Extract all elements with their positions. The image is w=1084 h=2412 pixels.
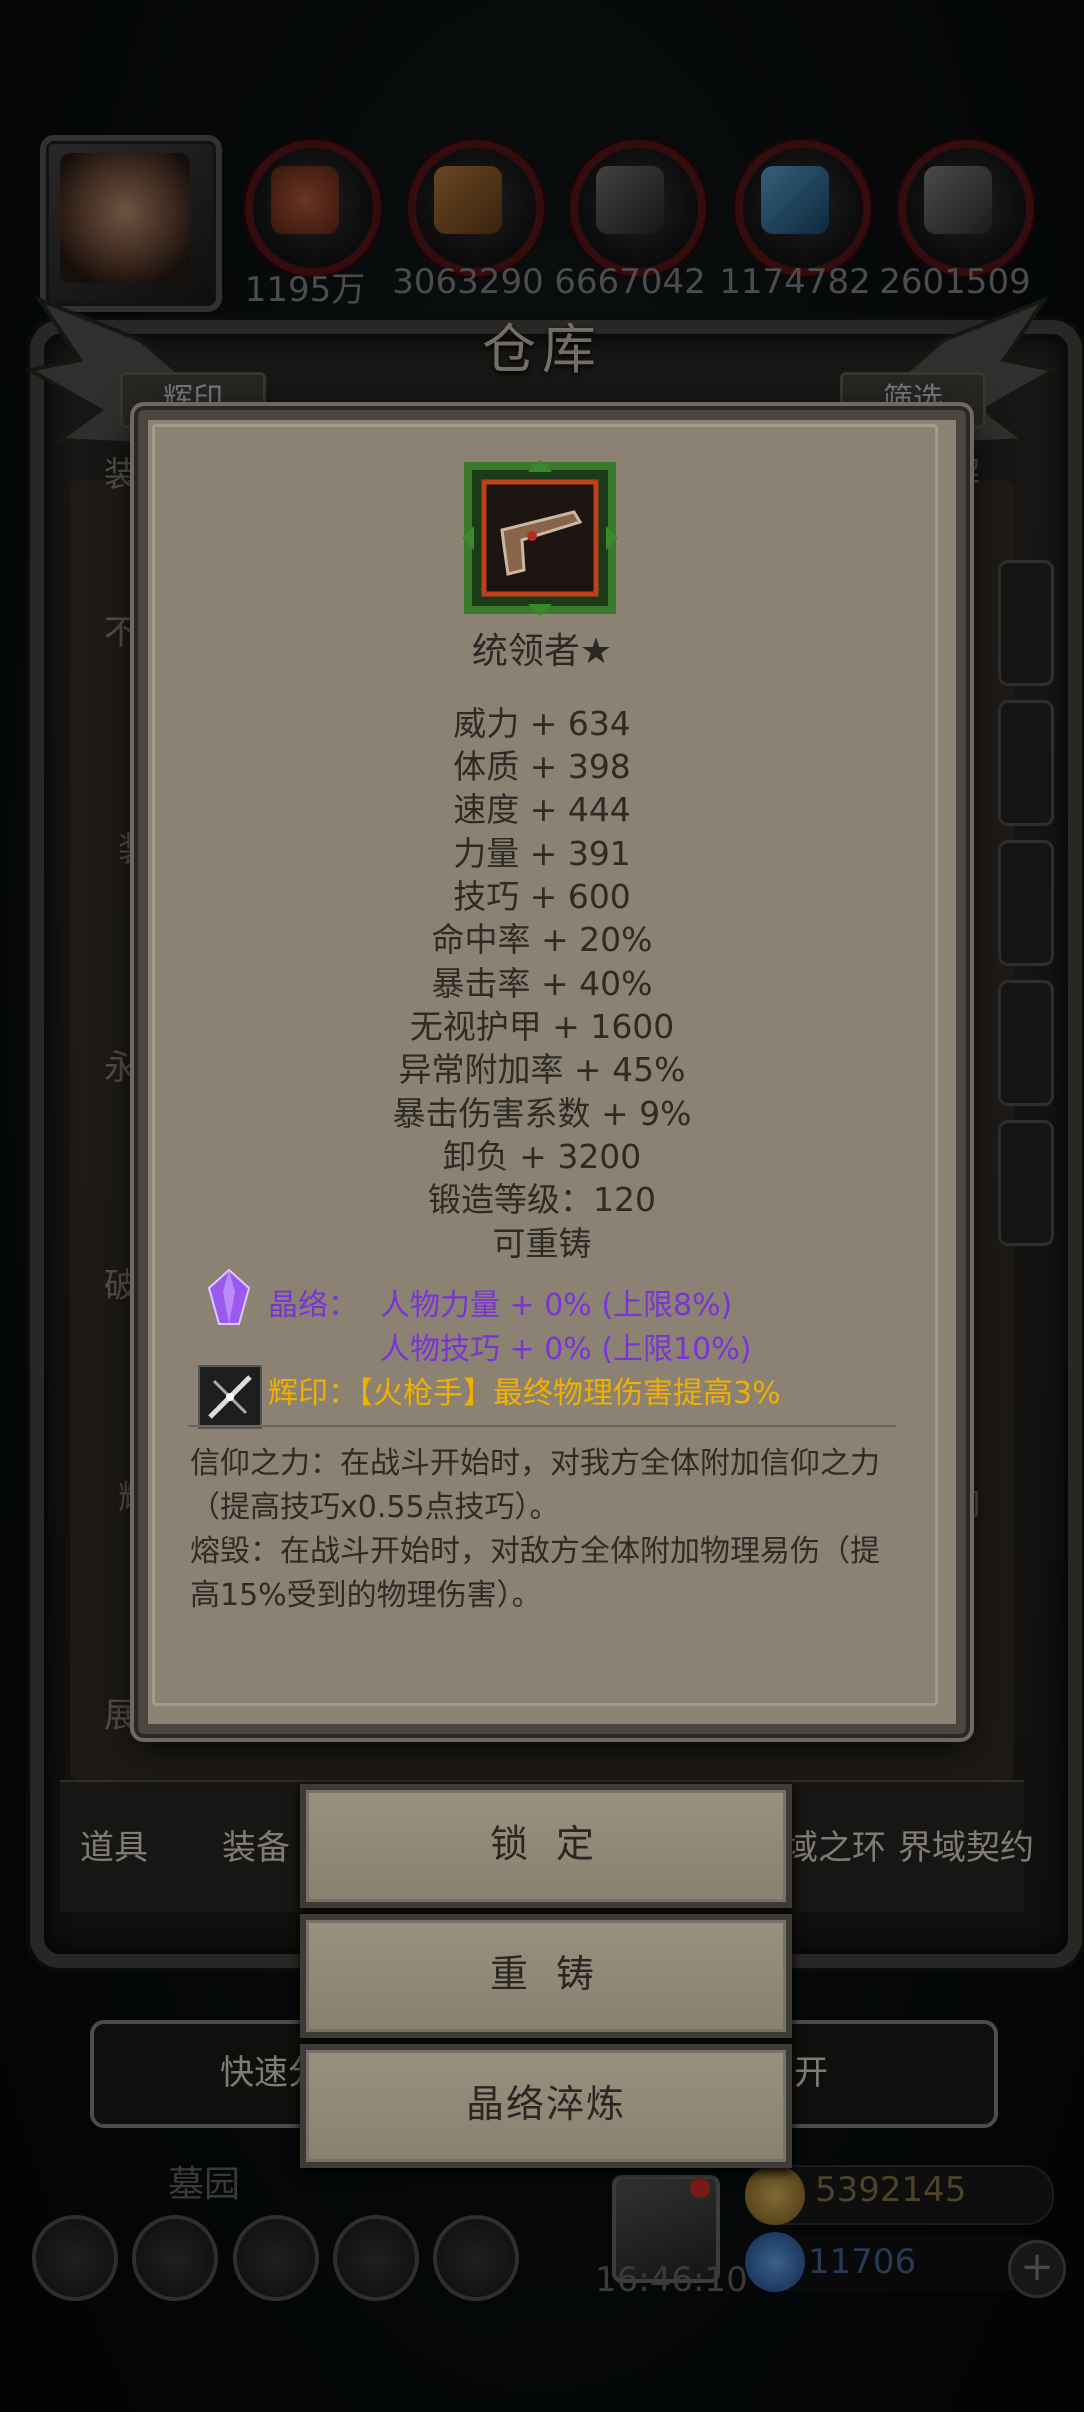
crystal-refine-button[interactable]: 晶络淬炼 <box>300 2044 792 2168</box>
crystal-line-skill: 人物技巧 + 0% (上限10%) <box>380 1332 752 1367</box>
stat-crit-damage: 暴击伤害系数 + 9% <box>392 1094 692 1133</box>
purple-crystal-icon <box>207 1268 251 1325</box>
stat-speed: 速度 + 444 <box>453 790 631 829</box>
stat-might: 威力 + 634 <box>453 704 631 743</box>
item-skill-description: 信仰之力：在战斗开始时，对我方全体附加信仰之力（提高技巧x0.55点技巧）。 熔… <box>190 1446 880 1613</box>
lock-button[interactable]: 锁 定 <box>300 1784 792 1908</box>
stat-armor-ignore: 无视护甲 + 1600 <box>409 1007 675 1046</box>
crossed-guns-emblem-icon <box>198 1365 262 1429</box>
stat-hit-rate: 命中率 + 20% <box>431 920 653 959</box>
stat-unload: 卸负 + 3200 <box>442 1137 642 1176</box>
popup-divider <box>188 1425 896 1427</box>
emblem-effect: 辉印：【火枪手】最终物理伤害提高3% <box>268 1376 781 1411</box>
crystal-label: 晶络： <box>268 1288 358 1323</box>
stat-strength: 力量 + 391 <box>453 834 631 873</box>
stat-crit-rate: 暴击率 + 40% <box>431 964 653 1003</box>
stat-reforgeable: 可重铸 <box>492 1224 592 1263</box>
flintlock-pistol-icon <box>462 460 618 616</box>
stat-constitution: 体质 + 398 <box>453 747 631 786</box>
stat-forge-level: 锻造等级：120 <box>428 1180 656 1219</box>
item-name: 统领者★ <box>471 631 613 672</box>
crystal-line-strength: 人物力量 + 0% (上限8%) <box>380 1288 733 1323</box>
stat-skill: 技巧 + 600 <box>453 877 631 916</box>
reforge-button[interactable]: 重 铸 <box>300 1914 792 2038</box>
stat-status-rate: 异常附加率 + 45% <box>398 1050 686 1089</box>
